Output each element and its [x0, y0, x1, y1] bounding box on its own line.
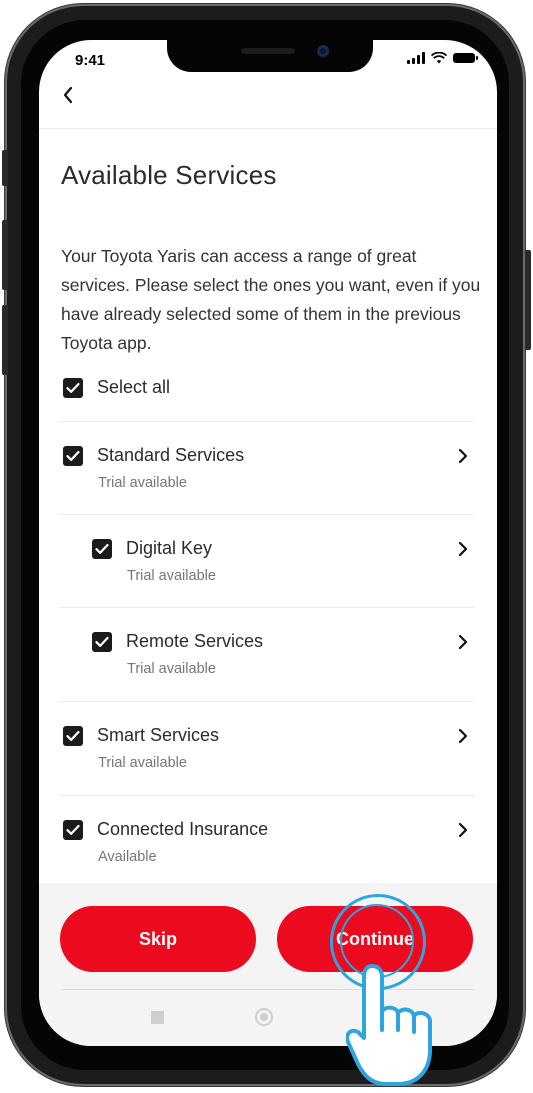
service-status: Available [98, 849, 157, 865]
front-camera [317, 45, 329, 57]
service-label: Smart Services [97, 725, 220, 745]
volume-down-button [2, 305, 8, 375]
service-item-connected-insurance[interactable]: Connected Insurance Available [39, 795, 497, 888]
select-all-row[interactable]: Select all [63, 377, 170, 398]
recent-apps-icon[interactable] [151, 1011, 164, 1024]
power-button [525, 250, 531, 350]
service-checkbox[interactable] [63, 445, 83, 466]
status-time: 9:41 [75, 52, 106, 69]
back-button[interactable] [53, 80, 83, 110]
checkmark-icon [66, 730, 80, 741]
service-label: Digital Key [126, 538, 213, 558]
service-item-smart-services[interactable]: Smart Services Trial available [39, 701, 497, 794]
speaker [241, 48, 295, 54]
back-chevron-icon [63, 86, 73, 104]
service-status: Trial available [127, 568, 216, 584]
page-title: Available Services [61, 160, 277, 190]
app-screen: 9:41 Available Services Your Toyota Yari… [39, 40, 497, 1046]
wifi-icon [431, 52, 447, 64]
chevron-right-icon[interactable] [455, 633, 471, 651]
header-divider [39, 128, 497, 129]
intro-text: Your Toyota Yaris can access a range of … [61, 246, 481, 353]
checkmark-icon [66, 824, 80, 835]
mute-switch [2, 150, 8, 186]
service-checkbox[interactable] [63, 725, 83, 746]
chevron-right-icon[interactable] [455, 540, 471, 558]
row-divider [59, 514, 475, 515]
checkmark-icon [66, 382, 80, 393]
select-all-checkbox[interactable] [63, 377, 83, 398]
service-checkbox[interactable] [63, 819, 83, 840]
service-status: Trial available [98, 475, 187, 491]
volume-up-button [2, 220, 8, 290]
service-label: Remote Services [126, 631, 264, 651]
notch [167, 40, 373, 72]
service-item-remote-services[interactable]: Remote Services Trial available [39, 607, 497, 700]
home-icon[interactable] [255, 1008, 273, 1026]
battery-icon [453, 53, 478, 63]
service-status: Trial available [98, 755, 187, 771]
status-icons [407, 52, 478, 64]
checkmark-icon [66, 450, 80, 461]
row-divider [59, 795, 475, 796]
chevron-right-icon[interactable] [455, 821, 471, 839]
skip-button[interactable]: Skip [60, 906, 256, 972]
service-label: Standard Services [97, 445, 245, 465]
service-label: Connected Insurance [97, 819, 269, 839]
checkmark-icon [95, 543, 109, 554]
chevron-right-icon[interactable] [455, 447, 471, 465]
signal-icon [407, 52, 425, 64]
checkmark-icon [95, 636, 109, 647]
row-divider [59, 701, 475, 702]
row-divider [59, 421, 475, 422]
service-status: Trial available [127, 661, 216, 677]
service-item-standard-services[interactable]: Standard Services Trial available [39, 421, 497, 514]
select-all-label: Select all [97, 377, 171, 397]
service-item-digital-key[interactable]: Digital Key Trial available [39, 514, 497, 607]
chevron-right-icon[interactable] [455, 727, 471, 745]
tap-hand-icon [346, 964, 432, 1086]
row-divider [59, 607, 475, 608]
service-checkbox[interactable] [92, 631, 112, 652]
service-checkbox[interactable] [92, 538, 112, 559]
